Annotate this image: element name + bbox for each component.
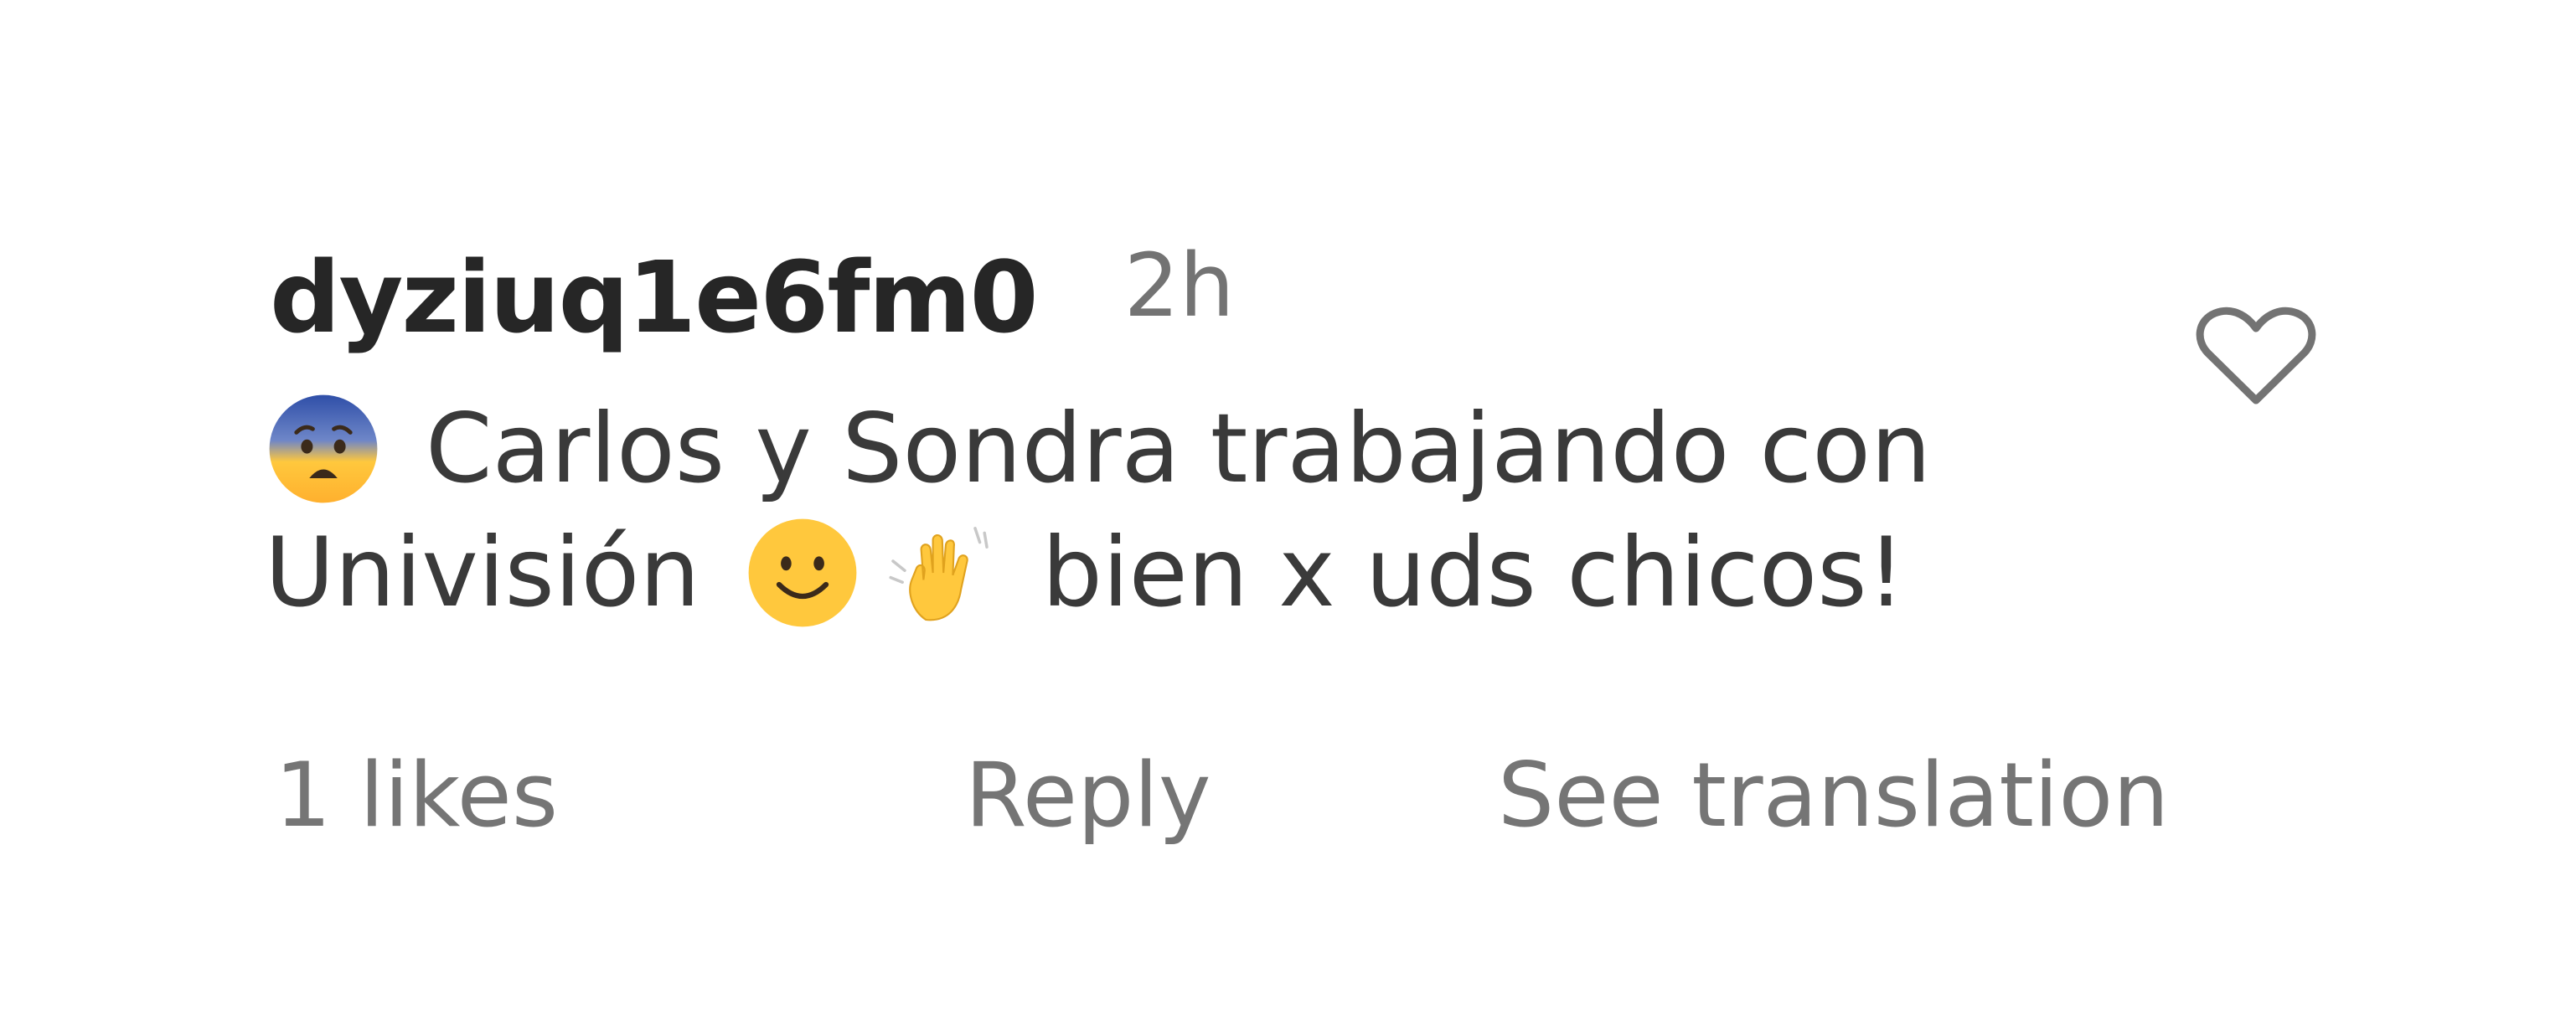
comment-text-line-2-end: bien x uds chicos!	[1041, 517, 1906, 628]
comment-card: dyziuq1e6fm0 2h Carlos y Sondra trabajan…	[0, 0, 2576, 1010]
comment-timestamp: 2h	[1123, 234, 1235, 337]
comment-text-line-2-start: Univisión	[265, 517, 700, 628]
comment-header: dyziuq1e6fm0 2h	[270, 234, 1235, 360]
like-heart-icon[interactable]	[2193, 301, 2319, 410]
comment-text-line-1-content: Carlos y Sondra trabajando con	[426, 393, 1932, 504]
reply-button[interactable]: Reply	[965, 745, 1211, 846]
waving-hand-icon	[889, 527, 989, 621]
comment-actions: 1 likes Reply See translation	[0, 745, 2576, 846]
see-translation-button[interactable]: See translation	[1498, 745, 2169, 846]
comment-text-line-2: Univisión bien x uds chicos!	[265, 511, 2150, 635]
comment-username[interactable]: dyziuq1e6fm0	[270, 234, 1039, 360]
comment-text-line-1: Carlos y Sondra trabajando con	[265, 387, 2150, 511]
comment-text: Carlos y Sondra trabajando con Univisión…	[265, 387, 2150, 635]
anxious-face-icon	[269, 394, 378, 503]
smiling-face-icon	[748, 518, 856, 627]
likes-count[interactable]: 1 likes	[275, 745, 558, 846]
